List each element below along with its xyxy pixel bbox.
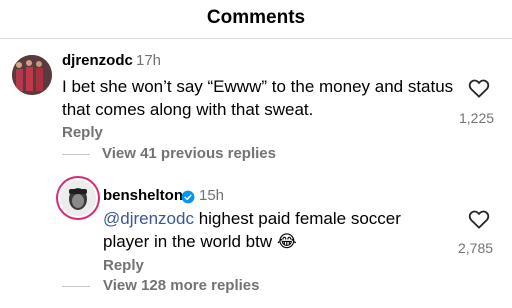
like-count: 1,225	[459, 110, 495, 126]
mention-link[interactable]: @djrenzodc	[103, 209, 194, 228]
heart-icon[interactable]	[468, 78, 490, 98]
laughing-emoji: 😂	[276, 232, 297, 251]
comment-username[interactable]: djrenzodc	[62, 52, 133, 69]
comments-header: Comments	[0, 0, 512, 39]
divider-line	[62, 154, 90, 155]
verified-badge-icon	[181, 190, 195, 204]
header-title: Comments	[206, 7, 306, 28]
comment-timestamp: 17h	[136, 52, 162, 69]
comment-timestamp: 15h	[199, 187, 225, 204]
reply-button[interactable]: Reply	[62, 124, 103, 141]
comment-username[interactable]: benshelton	[103, 187, 183, 204]
like-count: 2,785	[458, 240, 494, 256]
avatar[interactable]	[58, 178, 98, 218]
view-replies-button[interactable]: View 128 more replies	[103, 277, 259, 294]
comment-text: I bet she won’t say “Ewww” to the money …	[62, 77, 454, 119]
reply-button[interactable]: Reply	[103, 257, 144, 274]
divider-line	[62, 286, 90, 287]
avatar[interactable]	[12, 55, 52, 95]
heart-icon[interactable]	[468, 209, 490, 229]
view-replies-button[interactable]: View 41 previous replies	[102, 145, 276, 162]
comment-text: @djrenzodc highest paid female soccer pl…	[103, 207, 433, 253]
